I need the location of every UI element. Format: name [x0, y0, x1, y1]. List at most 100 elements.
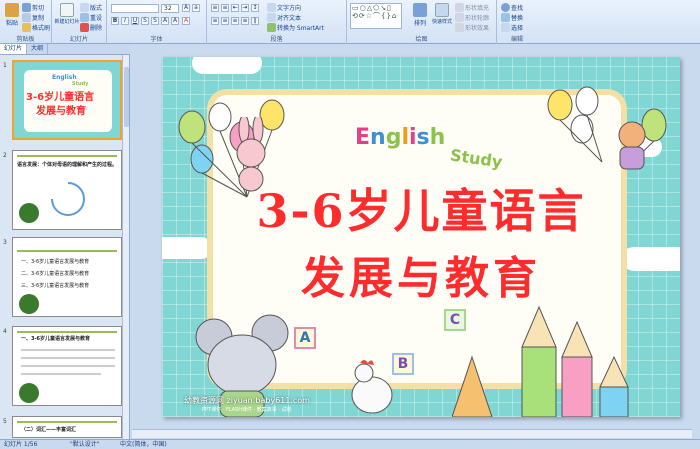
tab-outline[interactable]: 大纲 — [27, 44, 49, 54]
paste-icon — [5, 3, 19, 17]
grow-font-button[interactable]: A — [182, 4, 190, 12]
increase-indent-button[interactable]: ⇥ — [241, 4, 249, 12]
font-name-field[interactable] — [111, 4, 159, 13]
cursor-icon — [501, 23, 510, 32]
scrollbar-thumb[interactable] — [124, 67, 129, 127]
replace-icon — [501, 13, 510, 22]
tab-slides[interactable]: 幻灯片 — [0, 44, 28, 54]
columns-button[interactable]: ∥ — [251, 17, 259, 25]
format-painter-button[interactable]: 格式刷 — [22, 23, 50, 32]
text-direction-icon — [267, 3, 276, 12]
thumbnail-line: 三、3-6岁儿童语言发展与教育 — [21, 283, 90, 289]
italic-button[interactable]: I — [121, 17, 129, 25]
reset-icon — [80, 13, 89, 22]
underline-button[interactable]: U — [131, 17, 139, 25]
slides-group-label: 幻灯片 — [69, 36, 88, 43]
shape-fill-button[interactable]: 形状填充 — [455, 3, 489, 12]
justify-button[interactable]: ≡ — [241, 17, 249, 25]
thumbnail-title: （二）词汇——丰富词汇 — [21, 427, 77, 433]
replace-button[interactable]: 替换 — [501, 13, 523, 22]
new-slide-button[interactable]: 新建幻灯片 — [55, 3, 80, 25]
align-text-button[interactable]: 对齐文本 — [267, 13, 301, 22]
paragraph-group: ≡ ≡ ⇤ ⇥ ↕ ≡ ≡ ≡ ≡ ∥ 文字方向 对齐文本 转换为 SmartA… — [207, 0, 347, 44]
smartart-icon — [267, 23, 276, 32]
chicken-illustration — [351, 360, 393, 414]
effects-icon — [455, 23, 464, 32]
thumbnail-number: 5 — [3, 418, 7, 425]
arrange-button[interactable]: 排列 — [411, 3, 429, 27]
slide-canvas[interactable]: English Study 3-6岁儿童语言 发展与教育 A B C 幼教资源网… — [162, 57, 680, 417]
text-placeholder — [21, 373, 101, 375]
text-placeholder — [21, 349, 115, 351]
paste-button[interactable]: 粘贴 — [3, 3, 21, 27]
slide-thumbnail-4[interactable]: 一、3-6岁儿童语言发展与教育 — [12, 326, 122, 406]
pencils-illustration — [452, 305, 629, 417]
align-text-icon — [267, 13, 276, 22]
watermark-subtext: PPT课件 · FLASH课件 · 教案故事 · 试卷 — [202, 407, 292, 413]
slide-thumbnail-2[interactable]: 语言发展：个体对母语的理解和产生的过程。 — [12, 150, 122, 230]
drawing-group-label: 绘图 — [415, 36, 428, 43]
cloud-shape — [192, 57, 262, 74]
change-case-button[interactable]: A — [171, 17, 179, 25]
align-right-button[interactable]: ≡ — [231, 17, 239, 25]
slides-group: 新建幻灯片 版式 重设 删除 幻灯片 — [52, 0, 107, 44]
align-left-button[interactable]: ≡ — [211, 17, 219, 25]
reset-button[interactable]: 重设 — [80, 13, 102, 22]
font-color-button[interactable]: A — [182, 17, 190, 25]
strikethrough-button[interactable]: S — [141, 17, 149, 25]
arrange-icon — [413, 3, 427, 17]
scissors-icon — [22, 3, 31, 12]
shadow-button[interactable]: S — [151, 17, 159, 25]
editing-group-label: 编辑 — [510, 36, 523, 43]
bold-button[interactable]: B — [111, 17, 119, 25]
horizontal-scrollbar[interactable] — [132, 429, 692, 438]
delete-slide-button[interactable]: 删除 — [80, 23, 102, 32]
select-button[interactable]: 选择 — [501, 23, 523, 32]
align-center-button[interactable]: ≡ — [221, 17, 229, 25]
clipboard-group-label: 剪贴板 — [16, 36, 35, 43]
font-group-label: 字体 — [150, 36, 163, 43]
thumbnail-title-1: 3-6岁儿童语言 — [26, 92, 95, 103]
text-placeholder — [21, 357, 115, 359]
thumbnail-number: 2 — [3, 152, 7, 159]
smartart-button[interactable]: 转换为 SmartArt — [267, 23, 324, 32]
drawing-group: 排列 快速样式 形状填充 形状轮廓 形状效果 绘图 — [347, 0, 497, 44]
quick-styles-button[interactable]: 快速样式 — [431, 3, 453, 25]
cut-button[interactable]: 剪切 — [22, 3, 44, 12]
decrease-indent-button[interactable]: ⇤ — [231, 4, 239, 12]
plant-icon — [19, 203, 39, 223]
language-indicator[interactable]: 中文(简体，中国) — [120, 440, 167, 449]
slide-thumbnail-5[interactable]: （二）词汇——丰富词汇 — [12, 416, 122, 438]
numbering-button[interactable]: ≡ — [221, 4, 229, 12]
slide-title-line-1[interactable]: 3-6岁儿童语言 — [162, 175, 680, 241]
slide-thumbnail-3[interactable]: 一、3-6岁儿童语言发展与教育 二、3-6岁儿童语言发展与教育 三、3-6岁儿童… — [12, 237, 122, 317]
status-bar: 幻灯片 1/56 "默认设计" 中文(简体，中国) — [0, 439, 700, 449]
shrink-font-button[interactable]: a — [192, 4, 200, 12]
thumbnail-number: 1 — [3, 62, 7, 69]
slide-position: 幻灯片 1/56 — [4, 441, 38, 448]
thumbnail-rule — [17, 421, 117, 423]
spacing-button[interactable]: A — [161, 17, 169, 25]
bullets-button[interactable]: ≡ — [211, 4, 219, 12]
text-direction-button[interactable]: 文字方向 — [267, 3, 301, 12]
thumbnail-english: English — [52, 74, 77, 81]
shape-outline-button[interactable]: 形状轮廓 — [455, 13, 489, 22]
line-spacing-button[interactable]: ↕ — [251, 4, 259, 12]
ribbon: 粘贴 剪切 复制 格式刷 剪贴板 新建幻灯片 版式 重设 删除 幻灯片 32 A… — [0, 0, 700, 44]
slides-panel: 幻灯片 大纲 1 English Study 3-6岁儿童语言 发展与教育 2 … — [0, 44, 130, 439]
cat-illustration — [618, 121, 646, 170]
text-placeholder — [21, 365, 115, 367]
shape-effects-button[interactable]: 形状效果 — [455, 23, 489, 32]
layout-button[interactable]: 版式 — [80, 3, 102, 12]
paragraph-group-label: 段落 — [270, 36, 283, 43]
thumbnail-number: 3 — [3, 239, 7, 246]
thumbnail-rule — [17, 155, 117, 157]
font-size-field[interactable]: 32 — [161, 4, 179, 13]
find-button[interactable]: 查找 — [501, 3, 523, 12]
slide-thumbnail-1[interactable]: English Study 3-6岁儿童语言 发展与教育 — [12, 60, 122, 140]
panel-scrollbar[interactable] — [122, 55, 129, 439]
thumbnail-rule — [17, 250, 117, 252]
copy-button[interactable]: 复制 — [22, 13, 44, 22]
layout-icon — [80, 3, 89, 12]
search-icon — [501, 3, 510, 12]
